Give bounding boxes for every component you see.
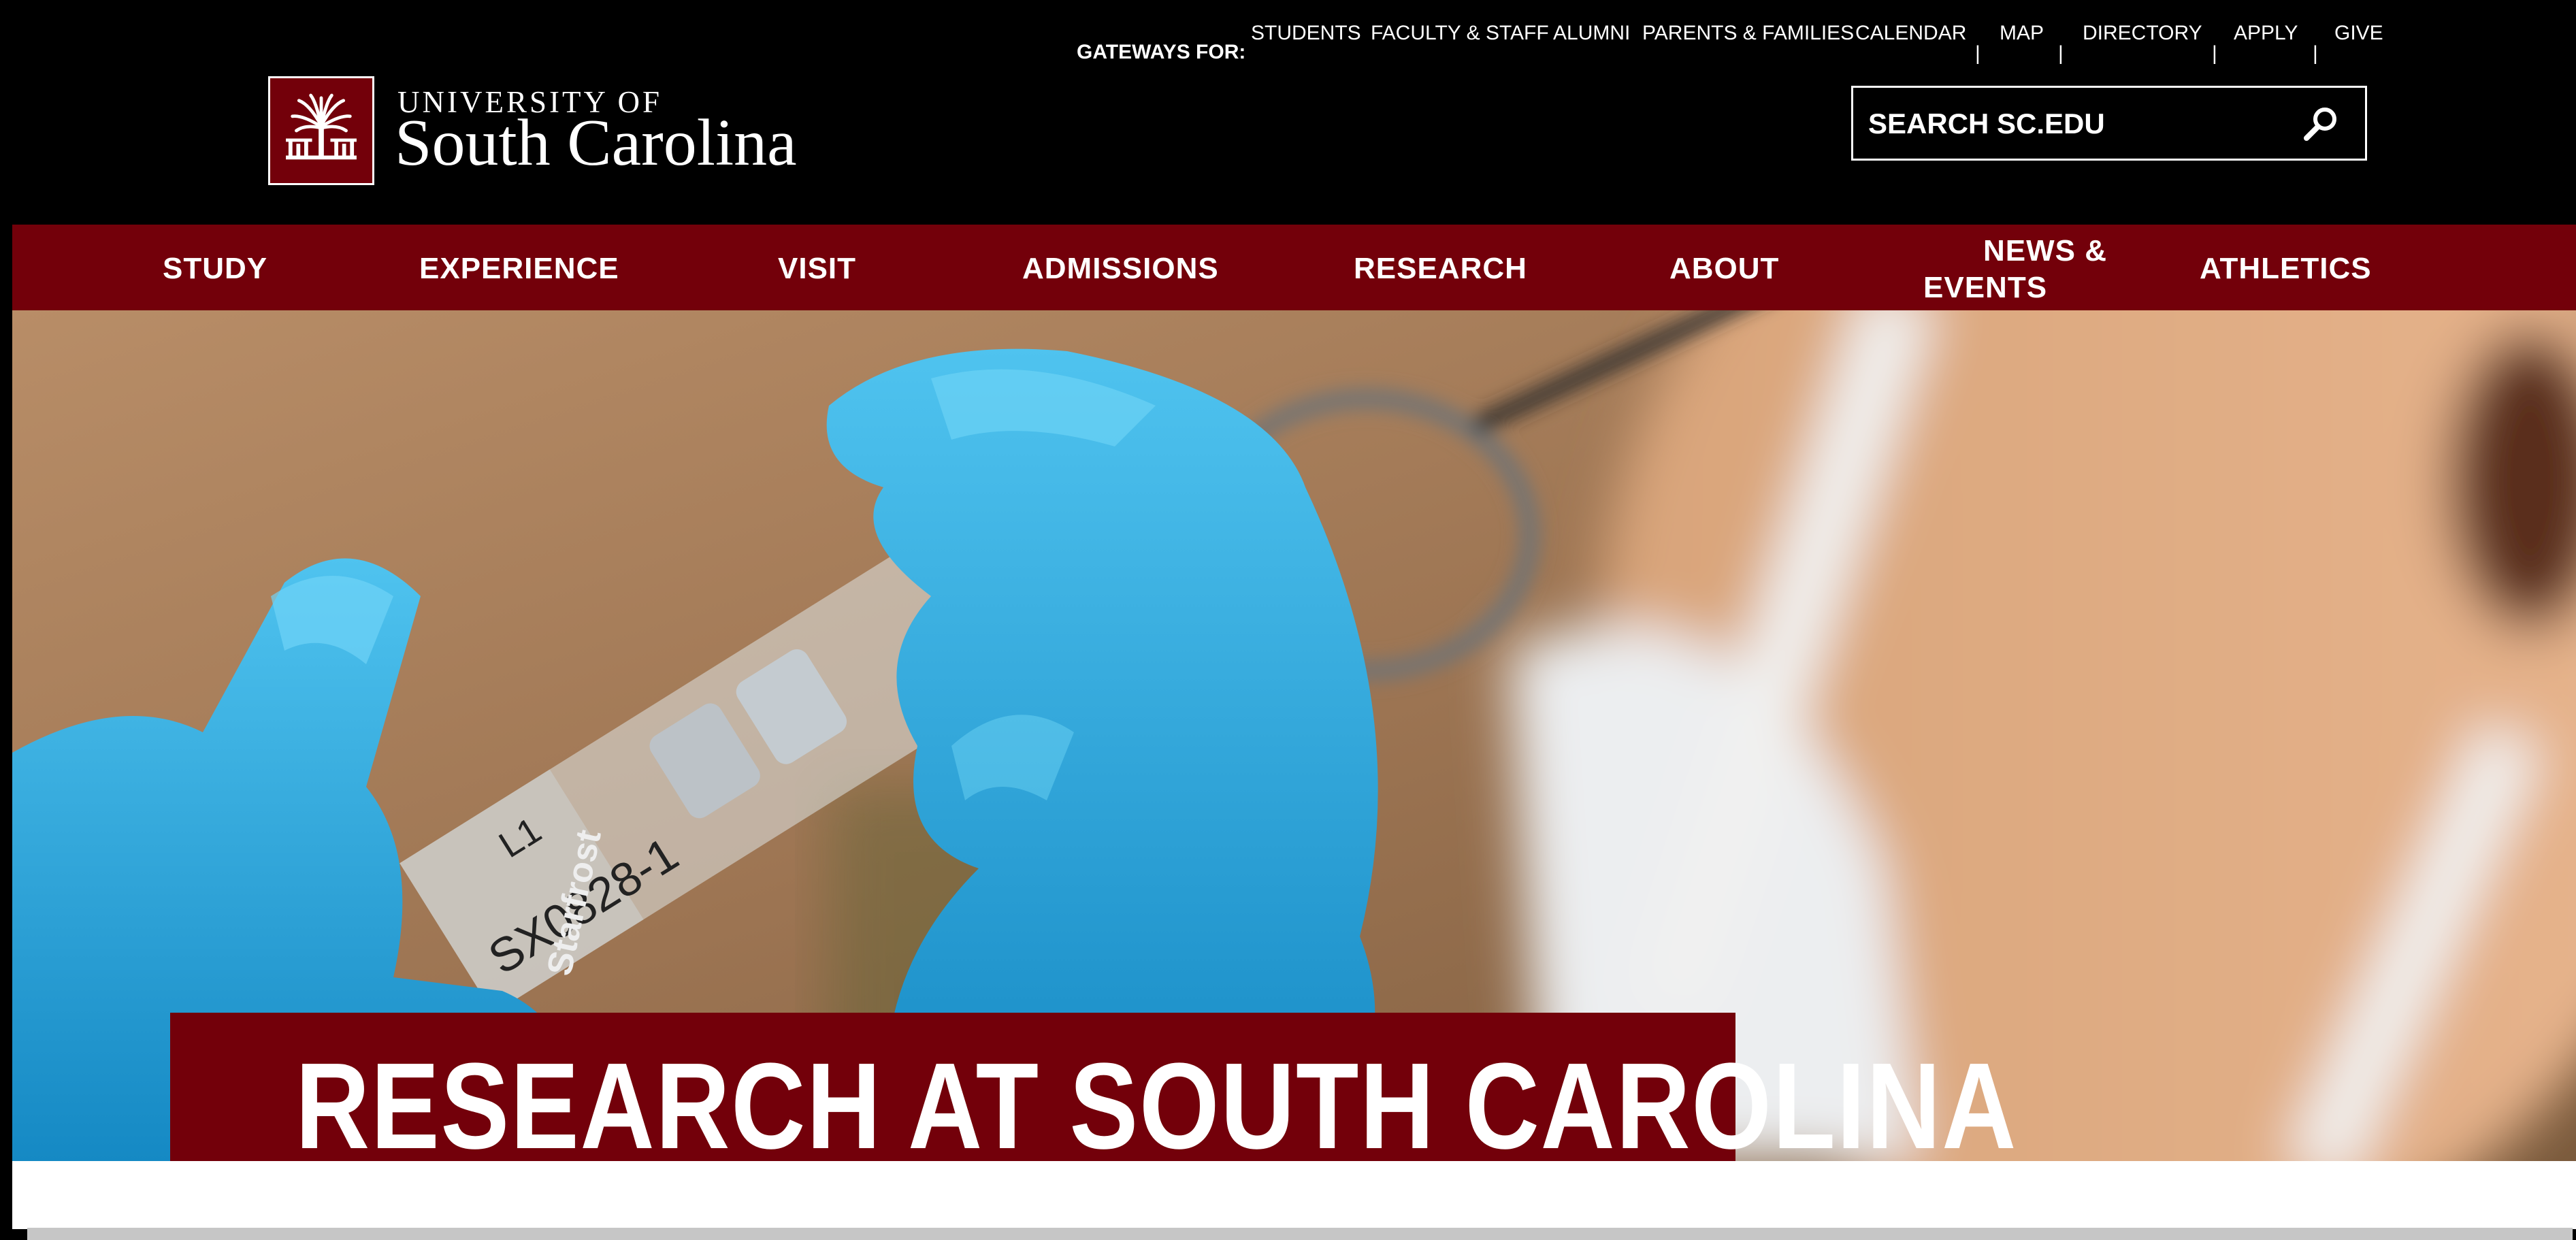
hero-image: SX0828-1 L1 Starfrost RESEARCH AT SOUTH …	[12, 310, 2576, 1161]
gateway-divider: |	[1975, 42, 1980, 65]
main-navigation: STUDY EXPERIENCE VISIT ADMISSIONS RESEAR…	[12, 225, 2576, 310]
gateways-label: GATEWAYS FOR:	[1077, 41, 1246, 63]
gateway-link-map[interactable]: MAP	[2000, 22, 2044, 45]
gateway-link-label[interactable]: FACULTY & STAFF	[1371, 22, 1549, 44]
content-area	[12, 1161, 2576, 1229]
nav-item-experience[interactable]: EXPERIENCE	[419, 250, 619, 287]
university-logo[interactable]: UNIVERSITY OF South Carolina	[268, 76, 806, 186]
gateway-divider: |	[2058, 42, 2064, 65]
gateway-link-label[interactable]: APPLY	[2234, 22, 2298, 44]
search-icon[interactable]	[2296, 101, 2343, 146]
gateway-link-apply[interactable]: APPLY	[2234, 22, 2298, 45]
gateway-divider: |	[2212, 42, 2217, 65]
site-header: UNIVERSITY OF South Carolina GATEWAYS FO…	[0, 0, 2576, 225]
gateway-link-label[interactable]: ALUMNI	[1553, 22, 1630, 44]
horizontal-scrollbar[interactable]	[27, 1228, 2573, 1240]
nav-item-visit[interactable]: VISIT	[778, 250, 856, 287]
nav-item-study[interactable]: STUDY	[163, 250, 267, 287]
gateway-link-label[interactable]: DIRECTORY	[2083, 22, 2202, 44]
gateway-divider: |	[2313, 42, 2318, 65]
gateway-link-label[interactable]: GIVE	[2334, 22, 2383, 44]
nav-item-news-line1: NEWS &	[1983, 234, 2107, 267]
nav-item-admissions[interactable]: ADMISSIONS	[1022, 250, 1219, 287]
nav-item-athletics[interactable]: ATHLETICS	[2200, 250, 2372, 287]
gateway-link-parents-families[interactable]: PARENTS & FAMILIES	[1642, 22, 1854, 45]
gateway-link-alumni[interactable]: ALUMNI	[1553, 22, 1630, 45]
search-input[interactable]	[1868, 101, 2277, 146]
gateway-link-faculty-staff[interactable]: FACULTY & STAFF	[1371, 22, 1549, 45]
gateway-link-calendar[interactable]: CALENDAR	[1855, 22, 1966, 45]
gateway-link-label[interactable]: MAP	[2000, 22, 2044, 44]
site-search	[1851, 86, 2367, 161]
nav-item-research[interactable]: RESEARCH	[1354, 250, 1527, 287]
page-edge	[0, 225, 12, 1240]
gateway-link-label[interactable]: PARENTS & FAMILIES	[1642, 22, 1854, 44]
nav-item-news-events[interactable]: NEWS & EVENTS	[1923, 233, 2121, 306]
logo-line2: South Carolina	[395, 106, 797, 180]
gateway-link-label[interactable]: STUDENTS	[1251, 22, 1361, 44]
nav-item-about[interactable]: ABOUT	[1669, 250, 1779, 287]
gateway-link-directory[interactable]: DIRECTORY	[2083, 22, 2202, 45]
hero-title-banner: RESEARCH AT SOUTH CAROLINA	[170, 1013, 2018, 1161]
gateway-link-give[interactable]: GIVE	[2334, 22, 2383, 45]
gateway-link-students[interactable]: STUDENTS	[1251, 22, 1361, 45]
nav-item-news-line2: EVENTS	[1923, 271, 2048, 304]
gateway-link-label[interactable]: CALENDAR	[1855, 22, 1966, 44]
palmetto-tree-icon	[268, 76, 374, 185]
hero-title: RESEARCH AT SOUTH CAROLINA	[295, 1038, 2018, 1161]
